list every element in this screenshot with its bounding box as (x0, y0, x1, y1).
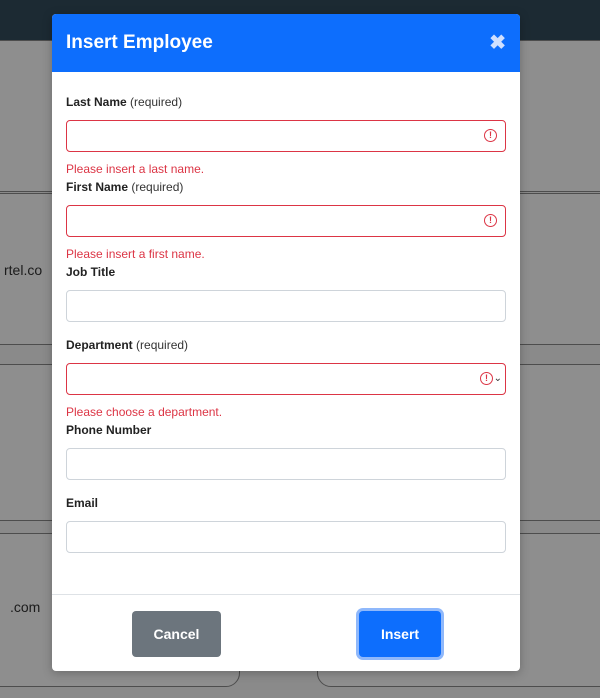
background-email-text: rtel.co (4, 262, 43, 278)
first-name-error: Please insert a first name. (66, 247, 205, 261)
insert-employee-modal: Insert Employee ✖ Last Name (required) !… (52, 14, 520, 671)
modal-header: Insert Employee ✖ (52, 14, 520, 72)
modal-body: Last Name (required) ! Please insert a l… (52, 95, 520, 553)
modal-footer: Cancel Insert (52, 594, 520, 671)
job-title-group: Job Title (66, 265, 506, 322)
close-icon[interactable]: ✖ (489, 33, 506, 53)
email-input[interactable] (66, 521, 506, 553)
insert-button[interactable]: Insert (359, 611, 441, 657)
first-name-group: First Name (required) ! Please insert a … (66, 180, 506, 261)
last-name-label: Last Name (required) (66, 95, 183, 109)
phone-label: Phone Number (66, 423, 152, 437)
phone-input[interactable] (66, 448, 506, 480)
background-email-text: .com (10, 599, 41, 615)
job-title-label: Job Title (66, 265, 116, 279)
email-group: Email (66, 496, 506, 553)
chevron-down-icon: ⌄ (493, 373, 502, 384)
email-label: Email (66, 496, 99, 510)
department-label: Department (required) (66, 338, 189, 352)
phone-group: Phone Number (66, 423, 506, 480)
department-error: Please choose a department. (66, 405, 223, 419)
department-select[interactable]: ! ⌄ (66, 363, 506, 395)
first-name-input[interactable]: ! (66, 205, 506, 237)
last-name-input[interactable]: ! (66, 120, 506, 152)
job-title-input[interactable] (66, 290, 506, 322)
error-icon: ! (484, 214, 497, 227)
error-icon: ! (484, 129, 497, 142)
department-group: Department (required) ! ⌄ Please choose … (66, 338, 506, 419)
cancel-button[interactable]: Cancel (132, 611, 221, 657)
modal-title: Insert Employee (66, 32, 213, 53)
last-name-error: Please insert a last name. (66, 162, 205, 176)
first-name-label: First Name (required) (66, 180, 184, 194)
error-icon: ! (480, 372, 493, 385)
last-name-group: Last Name (required) ! Please insert a l… (66, 95, 506, 176)
